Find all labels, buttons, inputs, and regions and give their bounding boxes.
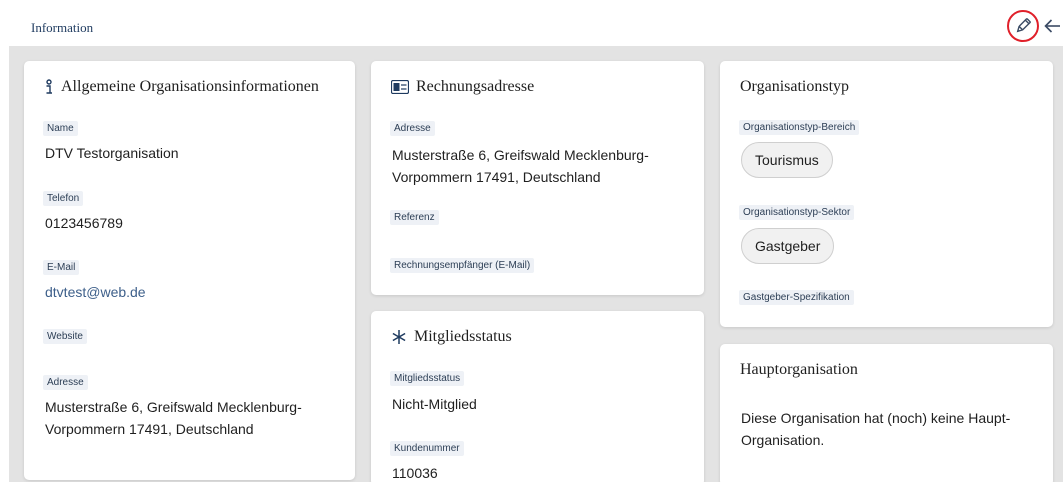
billing-address-label: Adresse: [390, 121, 435, 136]
id-card-icon: [391, 80, 409, 94]
customer-number-value: 110036: [392, 465, 438, 481]
reference-label: Referenz: [390, 210, 439, 225]
organization-type-card: Organisationstyp Organisationstyp-Bereic…: [720, 61, 1053, 327]
billing-address-card: Rechnungsadresse Adresse Musterstraße 6,…: [371, 61, 704, 295]
membership-status-card: Mitgliedsstatus Mitgliedsstatus Nicht-Mi…: [371, 311, 704, 482]
org-type-sector-label: Organisationstyp-Sektor: [739, 205, 855, 220]
name-value: DTV Testorganisation: [45, 145, 179, 161]
phone-value: 0123456789: [45, 215, 123, 231]
parent-organization-text: Diese Organisation hat (noch) keine Haup…: [741, 410, 1011, 448]
parent-organization-title: Hauptorganisation: [740, 361, 858, 378]
customer-number-label: Kundenummer: [390, 441, 464, 456]
phone-label: Telefon: [43, 191, 84, 206]
edit-button[interactable]: [1007, 10, 1039, 42]
general-info-card: Allgemeine Organisationsinformationen Na…: [24, 61, 355, 480]
back-button[interactable]: [1042, 16, 1062, 36]
invoice-recipient-label: Rechnungsempfänger (E-Mail): [390, 258, 535, 273]
billing-address-title: Rechnungsadresse: [391, 78, 534, 96]
page-title: Information: [31, 20, 94, 35]
membership-status-title-text: Mitgliedsstatus: [414, 328, 512, 345]
address-label: Adresse: [43, 375, 88, 390]
email-label: E-Mail: [43, 260, 80, 275]
organization-type-title: Organisationstyp: [740, 78, 850, 95]
billing-address-title-text: Rechnungsadresse: [416, 78, 535, 95]
top-bar: Information: [0, 0, 1063, 46]
membership-status-title: Mitgliedsstatus: [391, 328, 512, 346]
name-label: Name: [43, 121, 78, 136]
org-type-area-chip: Tourismus: [741, 142, 833, 178]
org-type-area-label: Organisationstyp-Bereich: [739, 120, 860, 135]
website-label: Website: [43, 329, 87, 344]
membership-status-label: Mitgliedsstatus: [390, 371, 465, 386]
parent-organization-card: Hauptorganisation Diese Organisation hat…: [720, 344, 1053, 482]
host-specification-label: Gastgeber-Spezifikation: [739, 290, 854, 305]
general-info-title: Allgemeine Organisationsinformationen: [44, 78, 319, 96]
asterisk-icon: [391, 329, 407, 345]
arrow-left-icon: [1043, 17, 1061, 35]
email-link[interactable]: dtvtest@web.de: [45, 281, 146, 303]
general-info-title-text: Allgemeine Organisationsinformationen: [61, 78, 319, 95]
info-icon: [44, 79, 54, 95]
org-type-sector-chip: Gastgeber: [741, 228, 835, 264]
address-value: Musterstraße 6, Greifswald Mecklenburg-V…: [45, 399, 302, 437]
billing-address-value: Musterstraße 6, Greifswald Mecklenburg-V…: [392, 147, 649, 185]
membership-status-value: Nicht-Mitglied: [392, 396, 477, 412]
pencil-icon: [1014, 17, 1032, 35]
